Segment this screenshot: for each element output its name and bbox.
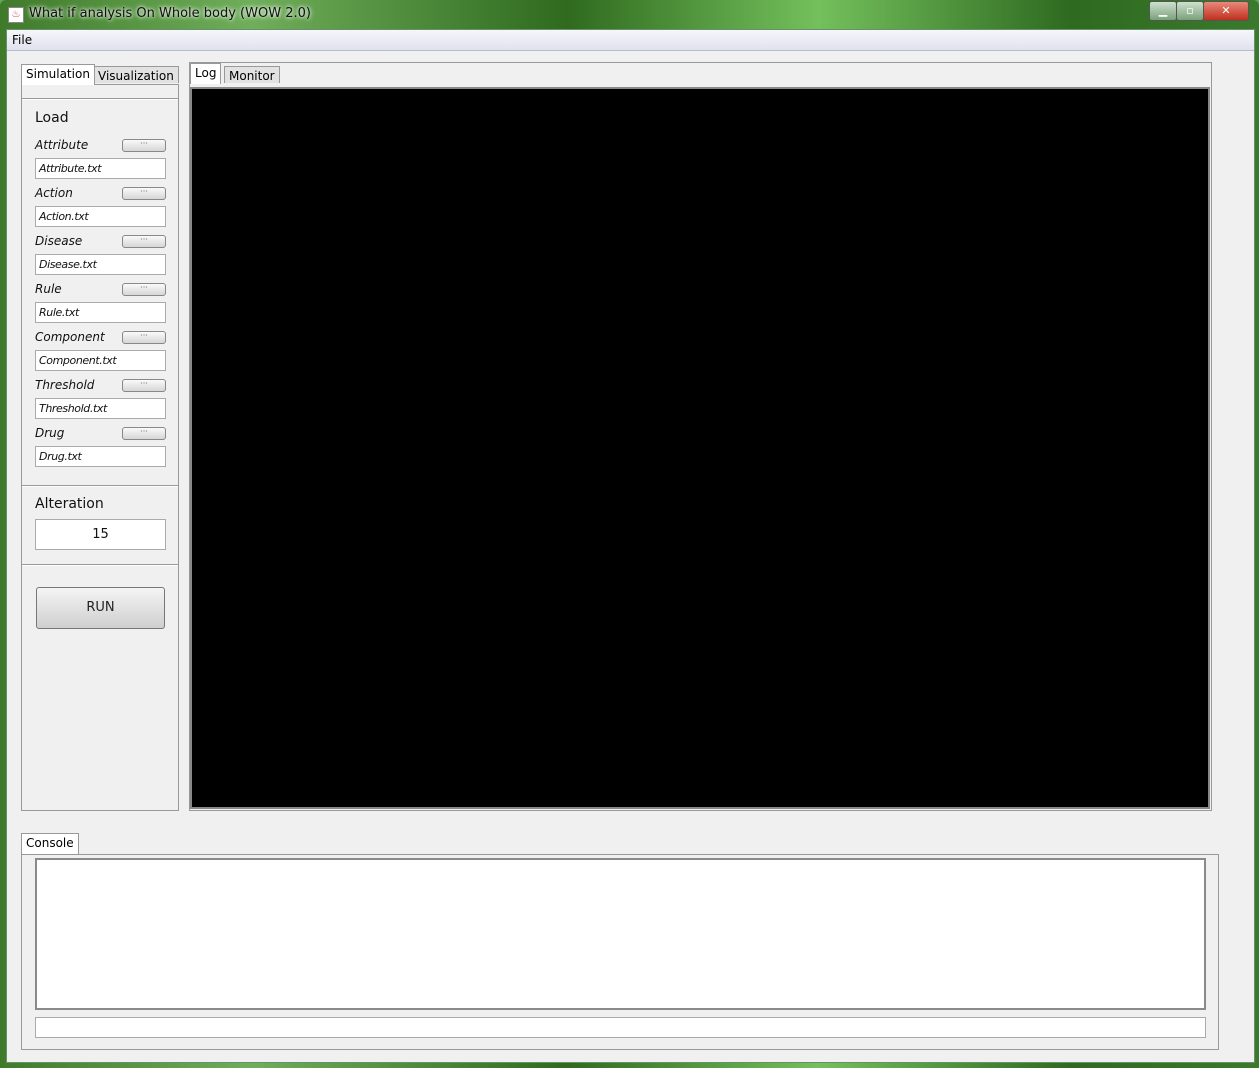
- divider: [22, 98, 178, 100]
- console-output[interactable]: [35, 858, 1206, 1010]
- divider: [22, 564, 178, 566]
- attribute-file-input[interactable]: Attribute.txt: [35, 158, 166, 179]
- threshold-file-input[interactable]: Threshold.txt: [35, 398, 166, 419]
- drug-browse-button[interactable]: ···: [122, 427, 166, 440]
- action-label: Action: [35, 186, 73, 200]
- app-window: ♨ What if analysis On Whole body (WOW 2.…: [0, 0, 1259, 1068]
- client-area: File Simulation Visualization Load Attri…: [6, 29, 1255, 1063]
- rule-file-input[interactable]: Rule.txt: [35, 302, 166, 323]
- action-browse-button[interactable]: ···: [122, 187, 166, 200]
- close-button[interactable]: ✕: [1203, 1, 1249, 21]
- threshold-label: Threshold: [35, 378, 95, 392]
- window-title: What if analysis On Whole body (WOW 2.0): [29, 6, 311, 21]
- threshold-browse-button[interactable]: ···: [122, 379, 166, 392]
- alteration-input[interactable]: 15: [35, 519, 166, 550]
- attribute-browse-button[interactable]: ···: [122, 139, 166, 152]
- component-browse-button[interactable]: ···: [122, 331, 166, 344]
- title-bar[interactable]: ♨ What if analysis On Whole body (WOW 2.…: [0, 0, 1259, 28]
- divider: [22, 485, 178, 487]
- drug-file-input[interactable]: Drug.txt: [35, 446, 166, 467]
- tab-visualization[interactable]: Visualization: [93, 66, 179, 83]
- tab-console[interactable]: Console: [21, 833, 79, 854]
- maximize-button[interactable]: ▫: [1176, 1, 1204, 21]
- disease-file-input[interactable]: Disease.txt: [35, 254, 166, 275]
- minimize-button[interactable]: ▁: [1149, 1, 1177, 21]
- tab-monitor[interactable]: Monitor: [224, 66, 280, 83]
- load-heading: Load: [35, 110, 69, 126]
- menu-bar: File: [7, 30, 1254, 51]
- run-button[interactable]: RUN: [36, 587, 165, 629]
- component-label: Component: [35, 330, 105, 344]
- action-file-input[interactable]: Action.txt: [35, 206, 166, 227]
- rule-label: Rule: [35, 282, 62, 296]
- log-output[interactable]: [190, 87, 1210, 809]
- menu-file[interactable]: File: [12, 33, 32, 47]
- java-icon: ♨: [8, 7, 24, 23]
- alteration-heading: Alteration: [35, 496, 104, 512]
- disease-browse-button[interactable]: ···: [122, 235, 166, 248]
- console-input[interactable]: [35, 1017, 1206, 1038]
- tab-simulation[interactable]: Simulation: [21, 64, 95, 85]
- component-file-input[interactable]: Component.txt: [35, 350, 166, 371]
- drug-label: Drug: [35, 426, 65, 440]
- simulation-panel: Load Attribute ··· Attribute.txt Action …: [21, 84, 179, 811]
- rule-browse-button[interactable]: ···: [122, 283, 166, 296]
- console-panel: [21, 854, 1219, 1050]
- disease-label: Disease: [35, 234, 83, 248]
- attribute-label: Attribute: [35, 138, 89, 152]
- tab-log[interactable]: Log: [190, 63, 222, 84]
